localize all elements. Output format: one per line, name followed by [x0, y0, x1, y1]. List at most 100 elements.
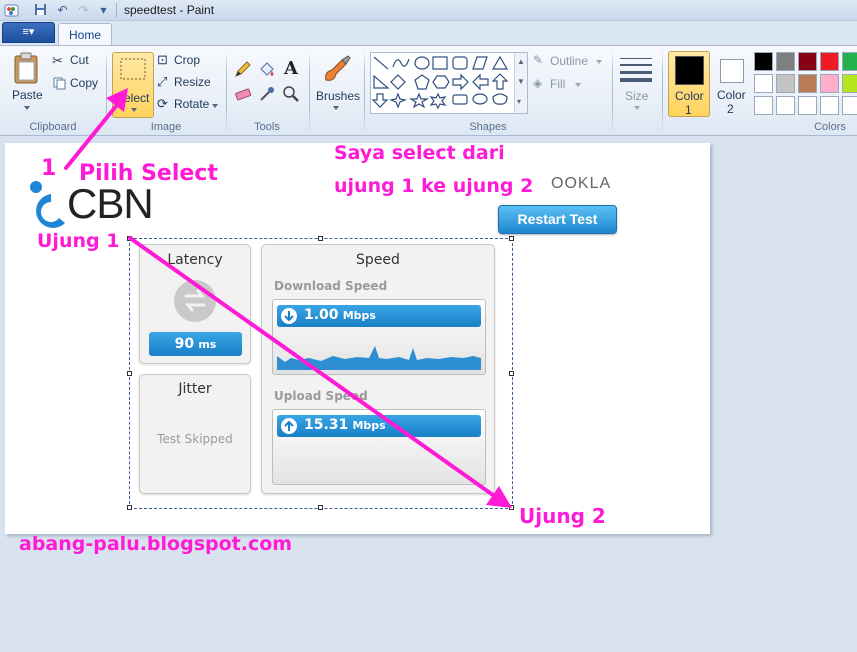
- tab-home[interactable]: Home: [58, 23, 112, 47]
- crop-button[interactable]: ⊡ Crop: [157, 52, 217, 70]
- cut-label: Cut: [70, 53, 89, 67]
- palette-swatch[interactable]: [842, 52, 857, 71]
- selection-handle-top-left[interactable]: [127, 236, 132, 241]
- scissors-icon: ✂: [52, 53, 63, 68]
- palette-swatch[interactable]: [820, 96, 839, 115]
- image-group-label: Image: [150, 121, 182, 133]
- paste-button[interactable]: Paste: [7, 50, 47, 116]
- selection-handle-bottom[interactable]: [318, 505, 323, 510]
- fill-button[interactable]: ◈ Fill: [533, 76, 585, 94]
- color2-number: 2: [727, 102, 734, 116]
- copy-button[interactable]: Copy: [52, 75, 102, 93]
- cbn-logo-mark-icon: [30, 181, 65, 228]
- paste-icon: [14, 52, 38, 84]
- select-dropdown-icon: [131, 108, 137, 112]
- expand-gallery-icon[interactable]: ▾: [517, 97, 521, 106]
- paste-dropdown-icon: [24, 106, 30, 110]
- save-icon[interactable]: [33, 3, 48, 18]
- palette-swatch[interactable]: [754, 52, 773, 71]
- undo-icon[interactable]: ↶: [55, 3, 70, 18]
- select-button[interactable]: Select: [112, 52, 154, 118]
- size-label: Size: [625, 89, 649, 103]
- selection-handle-left[interactable]: [127, 371, 132, 376]
- title-bar: ↶ ↷ ▾ speedtest - Paint: [0, 0, 857, 21]
- shapes-scrollbar[interactable]: ▲ ▼ ▾: [514, 53, 527, 113]
- paste-label: Paste: [12, 88, 43, 102]
- fill-icon: ◈: [533, 76, 543, 90]
- outline-icon: ✎: [533, 53, 544, 67]
- paint-menu-button[interactable]: ≡▾: [2, 22, 55, 43]
- color2-swatch: [720, 59, 744, 83]
- window-title: speedtest - Paint: [124, 3, 215, 17]
- annotation-ujung2: Ujung 2: [519, 504, 606, 528]
- size-button[interactable]: Size: [617, 50, 657, 118]
- restart-test-button[interactable]: Restart Test: [498, 205, 617, 234]
- pencil-icon[interactable]: [233, 59, 253, 79]
- brush-icon: [325, 55, 351, 81]
- annotation-saya-select-line1: Saya select dari: [334, 142, 505, 164]
- magnifier-icon[interactable]: [281, 84, 301, 104]
- fill-bucket-icon[interactable]: [257, 59, 277, 79]
- scroll-down-icon[interactable]: ▼: [517, 77, 525, 86]
- outline-dropdown-icon: [596, 60, 602, 64]
- brushes-label: Brushes: [316, 89, 361, 103]
- rotate-button[interactable]: ⟳ Rotate: [157, 96, 221, 114]
- select-rectangle-icon: [120, 58, 146, 80]
- selection-handle-top-right[interactable]: [509, 236, 514, 241]
- selection-handle-bottom-left[interactable]: [127, 505, 132, 510]
- copy-label: Copy: [70, 76, 99, 90]
- palette-swatch[interactable]: [776, 96, 795, 115]
- shapes-gallery[interactable]: ▲ ▼ ▾: [370, 52, 528, 114]
- palette-swatch[interactable]: [754, 74, 773, 93]
- ribbon-tab-row: ≡▾ Home: [0, 21, 857, 47]
- resize-label: Resize: [174, 75, 211, 89]
- palette-swatch[interactable]: [842, 74, 857, 93]
- selection-handle-top[interactable]: [318, 236, 323, 241]
- tools-group-label: Tools: [254, 121, 280, 133]
- copy-icon: [53, 77, 66, 90]
- palette-swatch[interactable]: [754, 96, 773, 115]
- paint-app-icon[interactable]: [4, 3, 19, 18]
- color1-button[interactable]: Color 1: [668, 51, 710, 117]
- brushes-dropdown-icon: [333, 106, 339, 110]
- rotate-label: Rotate: [174, 97, 210, 111]
- color1-swatch: [675, 56, 704, 85]
- palette-swatch[interactable]: [820, 74, 839, 93]
- resize-icon: ⤢: [157, 74, 168, 89]
- eraser-icon[interactable]: [233, 84, 253, 104]
- cbn-logo-text: CBN: [67, 180, 154, 227]
- palette-swatch[interactable]: [842, 96, 857, 115]
- palette-swatch[interactable]: [798, 96, 817, 115]
- palette-swatch[interactable]: [776, 74, 795, 93]
- palette-swatch[interactable]: [798, 74, 817, 93]
- selection-rectangle[interactable]: [127, 236, 514, 510]
- scroll-up-icon[interactable]: ▲: [517, 57, 525, 66]
- brushes-button[interactable]: Brushes: [312, 50, 360, 118]
- resize-button[interactable]: ⤢ Resize: [157, 74, 217, 92]
- cut-button[interactable]: ✂ Cut: [52, 52, 102, 70]
- palette-swatch[interactable]: [798, 52, 817, 71]
- color1-number: 1: [685, 103, 692, 117]
- text-tool-icon[interactable]: A: [281, 59, 301, 79]
- color2-button[interactable]: Color 2: [713, 51, 753, 117]
- size-dropdown-icon: [634, 106, 640, 110]
- redo-icon[interactable]: ↷: [76, 3, 91, 18]
- palette-swatch[interactable]: [820, 52, 839, 71]
- palette-swatch[interactable]: [776, 52, 795, 71]
- annotation-saya-select-line2: ujung 1 ke ujung 2: [334, 175, 534, 197]
- outline-label: Outline: [550, 54, 589, 68]
- annotation-blog-url: abang-palu.blogspot.com: [19, 533, 293, 555]
- selection-handle-right[interactable]: [509, 371, 514, 376]
- crop-icon: ⊡: [157, 52, 168, 67]
- annotation-step-number: 1: [41, 156, 57, 181]
- clipboard-group-label: Clipboard: [29, 121, 77, 133]
- customize-quick-access-icon[interactable]: ▾: [96, 3, 111, 18]
- color-picker-icon[interactable]: [257, 84, 277, 104]
- cbn-logo: CBN: [27, 181, 167, 229]
- ribbon: Paste ✂ Cut Copy Clipboard Select ⊡ Crop…: [0, 45, 857, 136]
- crop-label: Crop: [174, 53, 201, 67]
- annotation-pilih-select: Pilih Select: [79, 161, 218, 186]
- selection-handle-bottom-right[interactable]: [509, 505, 514, 510]
- colors-group-label: Colors: [814, 121, 846, 133]
- outline-button[interactable]: ✎ Outline: [533, 53, 605, 71]
